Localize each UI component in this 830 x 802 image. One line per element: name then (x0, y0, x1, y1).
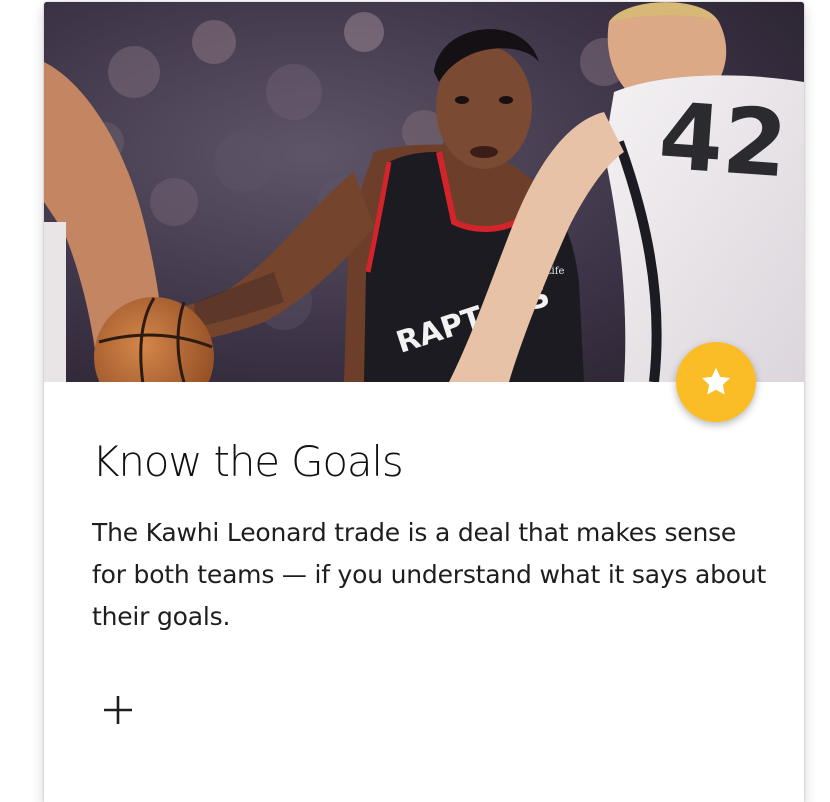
card-image: RAPTORS 0 Sun Life (44, 2, 804, 382)
card-content: Know the Goals The Kawhi Leonard trade i… (92, 434, 772, 638)
card-title: Know the Goals (92, 437, 404, 486)
plus-icon (104, 696, 132, 724)
page: RAPTORS 0 Sun Life (0, 0, 830, 802)
expand-button[interactable] (96, 688, 140, 732)
article-card: RAPTORS 0 Sun Life (44, 2, 804, 802)
favorite-button[interactable] (676, 342, 756, 422)
card-description: The Kawhi Leonard trade is a deal that m… (92, 518, 767, 631)
jersey-number-right: 42 (656, 83, 791, 199)
star-icon (701, 367, 731, 395)
